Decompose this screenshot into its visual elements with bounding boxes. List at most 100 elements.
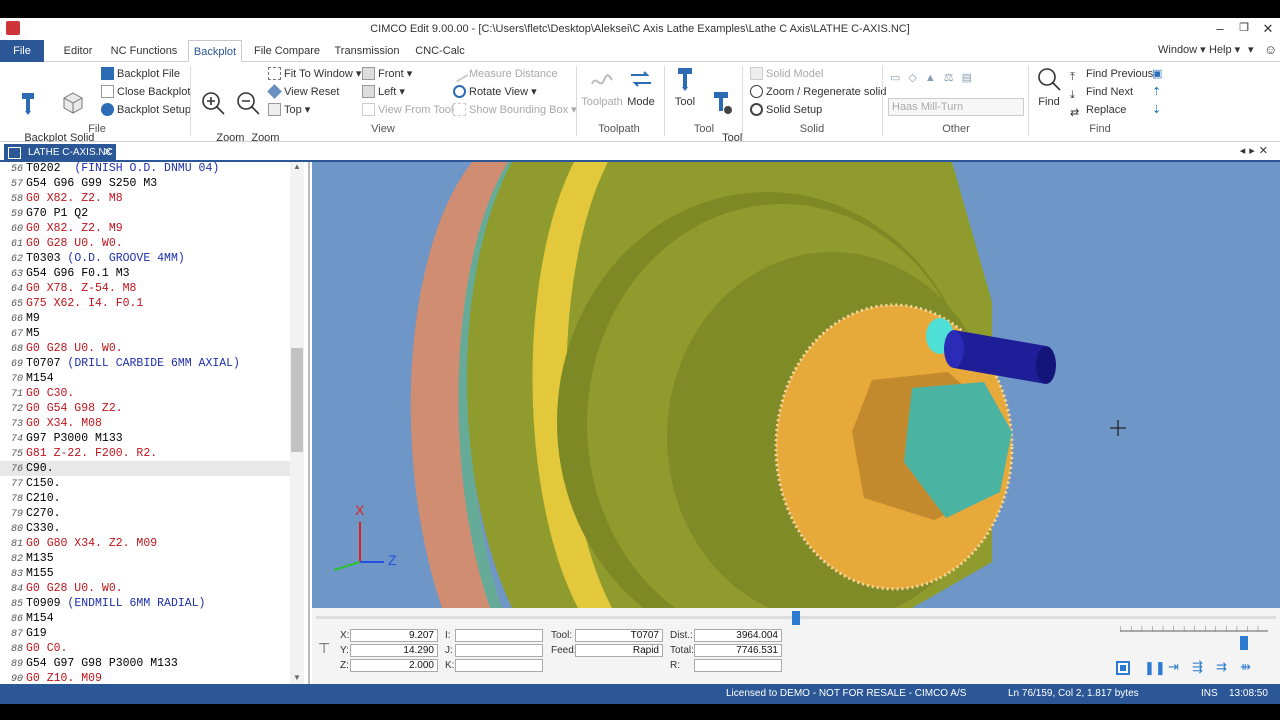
replace-button[interactable]: ⇄ Replace bbox=[1070, 102, 1126, 119]
code-line[interactable]: 59 G70 P1 Q2 bbox=[0, 206, 292, 221]
code-line[interactable]: 87 G19 bbox=[0, 626, 292, 641]
bottom-letterbox bbox=[0, 704, 1280, 720]
code-line[interactable]: 80 C330. bbox=[0, 521, 292, 536]
code-line[interactable]: 58 G0 X82. Z2. M8 bbox=[0, 191, 292, 206]
tool-down-icon[interactable]: ⇣ bbox=[1152, 102, 1161, 118]
show-bounding-box-button[interactable]: Show Bounding Box ▾ bbox=[453, 102, 577, 118]
code-line[interactable]: 75 G81 Z-22. F200. R2. bbox=[0, 446, 292, 461]
fast-forward-icon[interactable]: ⇉ bbox=[1216, 659, 1227, 675]
tab-backplot[interactable]: Backplot bbox=[188, 40, 242, 62]
code-line[interactable]: 73 G0 X34. M08 bbox=[0, 416, 292, 431]
tool-button[interactable]: Tool bbox=[670, 66, 700, 108]
minimize-icon[interactable]: – bbox=[1210, 21, 1230, 36]
tab-nc-functions[interactable]: NC Functions bbox=[108, 40, 180, 62]
code-line[interactable]: 61 G0 G28 U0. W0. bbox=[0, 236, 292, 251]
measure-distance-button[interactable]: Measure Distance bbox=[450, 64, 558, 83]
tab-cnc-calc[interactable]: CNC-Calc bbox=[412, 40, 468, 62]
code-line[interactable]: 82 M135 bbox=[0, 551, 292, 566]
close-backplot-button[interactable]: Close Backplot bbox=[101, 84, 190, 100]
timeline-slider[interactable] bbox=[792, 611, 800, 625]
code-line[interactable]: 79 C270. bbox=[0, 506, 292, 521]
step-forward-icon[interactable]: ⇥ bbox=[1168, 659, 1179, 675]
ribbon-collapse-icon[interactable]: ▾ bbox=[1248, 40, 1254, 62]
code-line[interactable]: 88 G0 C0. bbox=[0, 641, 292, 656]
play-to-next-icon[interactable]: ⇶ bbox=[1192, 659, 1203, 675]
code-line[interactable]: 83 M155 bbox=[0, 566, 292, 581]
close-icon[interactable]: ✕ bbox=[1258, 21, 1278, 37]
scroll-up-icon[interactable]: ▲ bbox=[293, 162, 301, 171]
mode-icon bbox=[631, 71, 651, 87]
code-line[interactable]: 62 T0303 (O.D. GROOVE 4MM) bbox=[0, 251, 292, 266]
find-previous-button[interactable]: ⤒ Find Previous bbox=[1070, 66, 1153, 83]
code-line[interactable]: 76 C90. bbox=[0, 461, 292, 476]
tool-up-icon[interactable]: ⇡ bbox=[1152, 84, 1161, 100]
code-line[interactable]: 71 G0 C30. bbox=[0, 386, 292, 401]
window-menu[interactable]: Window ▾ bbox=[1158, 40, 1206, 62]
code-line[interactable]: 78 C210. bbox=[0, 491, 292, 506]
document-tab[interactable]: LATHE C-AXIS.NC ✕ bbox=[4, 144, 116, 162]
code-line[interactable]: 65 G75 X62. I4. F0.1 bbox=[0, 296, 292, 311]
code-text: G0 G28 U0. W0. bbox=[26, 237, 123, 250]
tab-nav-icons[interactable]: ◂▸✕ bbox=[1240, 144, 1272, 157]
mode-button[interactable]: Mode bbox=[624, 66, 658, 108]
code-line[interactable]: 57 G54 G96 G99 S250 M3 bbox=[0, 176, 292, 191]
toolpath-button[interactable]: Toolpath bbox=[580, 66, 624, 108]
restore-icon[interactable]: ❐ bbox=[1234, 21, 1254, 34]
play-to-end-icon[interactable]: ⇻ bbox=[1240, 659, 1251, 675]
fit-to-window-button[interactable]: Fit To Window ▾ bbox=[268, 66, 361, 82]
speed-slider[interactable] bbox=[1240, 636, 1249, 650]
solid-model-button[interactable]: Solid Model bbox=[750, 66, 823, 82]
code-line[interactable]: 56 T0202 (FINISH O.D. DNMU 04) bbox=[0, 162, 292, 176]
code-line[interactable]: 72 G0 G54 G98 Z2. bbox=[0, 401, 292, 416]
top-view-button[interactable]: Top ▾ bbox=[268, 102, 310, 118]
code-line[interactable]: 85 T0909 (ENDMILL 6MM RADIAL) bbox=[0, 596, 292, 611]
other-tools-icons[interactable]: ▭◇▲⚖▤ bbox=[890, 70, 980, 86]
view-reset-button[interactable]: View Reset bbox=[267, 84, 339, 100]
code-line[interactable]: 81 G0 G80 X34. Z2. M09 bbox=[0, 536, 292, 551]
close-tab-icon[interactable]: ✕ bbox=[104, 144, 112, 162]
code-line[interactable]: 84 G0 G28 U0. W0. bbox=[0, 581, 292, 596]
nc-code-editor[interactable]: 56 T0202 (FINISH O.D. DNMU 04) 57 G54 G96 G… bbox=[0, 162, 310, 684]
find-next-button[interactable]: ⤓ Find Next bbox=[1070, 84, 1133, 101]
front-view-button[interactable]: Front ▾ bbox=[362, 66, 412, 82]
code-line[interactable]: 77 C150. bbox=[0, 476, 292, 491]
info-icon[interactable]: ☺ bbox=[1264, 40, 1277, 62]
code-line[interactable]: 90 G0 Z10. M09 bbox=[0, 671, 292, 684]
help-menu[interactable]: Help ▾ bbox=[1209, 40, 1240, 62]
code-line[interactable]: 89 G54 G97 G98 P3000 M133 bbox=[0, 656, 292, 671]
code-line[interactable]: 68 G0 G28 U0. W0. bbox=[0, 341, 292, 356]
tab-file-compare[interactable]: File Compare bbox=[252, 40, 322, 62]
pause-icon[interactable]: ❚❚ bbox=[1144, 660, 1166, 676]
rotate-view-button[interactable]: Rotate View ▾ bbox=[453, 84, 537, 100]
solid-setup-button[interactable]: Solid Setup bbox=[750, 102, 822, 118]
backplot-setup-button[interactable]: Backplot Setup bbox=[101, 102, 191, 118]
r-value bbox=[694, 659, 782, 672]
view-from-tool-button[interactable]: View From Tool bbox=[362, 102, 453, 118]
left-view-button[interactable]: Left ▾ bbox=[362, 84, 405, 100]
r-label: R: bbox=[670, 660, 680, 671]
code-line[interactable]: 66 M9 bbox=[0, 311, 292, 326]
code-line[interactable]: 70 M154 bbox=[0, 371, 292, 386]
tab-file[interactable]: File bbox=[0, 40, 44, 62]
code-line[interactable]: 74 G97 P3000 M133 bbox=[0, 431, 292, 446]
scrollbar-thumb[interactable] bbox=[291, 348, 303, 452]
editor-scrollbar[interactable]: ▲ ▼ bbox=[290, 162, 304, 684]
code-text: C90. bbox=[26, 462, 54, 475]
window-menu-label: Window bbox=[1158, 44, 1198, 56]
tab-transmission[interactable]: Transmission bbox=[332, 40, 402, 62]
scroll-down-icon[interactable]: ▼ bbox=[293, 673, 301, 682]
code-line[interactable]: 67 M5 bbox=[0, 326, 292, 341]
backplot-file-button[interactable]: Backplot File bbox=[101, 66, 180, 82]
tab-editor[interactable]: Editor bbox=[56, 40, 100, 62]
find-button[interactable]: Find bbox=[1034, 66, 1064, 108]
zoom-regenerate-button[interactable]: Zoom / Regenerate solid bbox=[750, 84, 886, 100]
code-line[interactable]: 69 T0707 (DRILL CARBIDE 6MM AXIAL) bbox=[0, 356, 292, 371]
code-line[interactable]: 63 G54 G96 F0.1 M3 bbox=[0, 266, 292, 281]
code-line[interactable]: 60 G0 X82. Z2. M9 bbox=[0, 221, 292, 236]
backplot-viewport[interactable]: X Z bbox=[312, 162, 1280, 608]
code-line[interactable]: 86 M154 bbox=[0, 611, 292, 626]
stop-icon[interactable] bbox=[1116, 661, 1130, 675]
code-line[interactable]: 64 G0 X78. Z-54. M8 bbox=[0, 281, 292, 296]
bookmark-icon[interactable]: ▣ bbox=[1152, 66, 1162, 82]
machine-select[interactable]: Haas Mill-Turn bbox=[888, 98, 1024, 116]
